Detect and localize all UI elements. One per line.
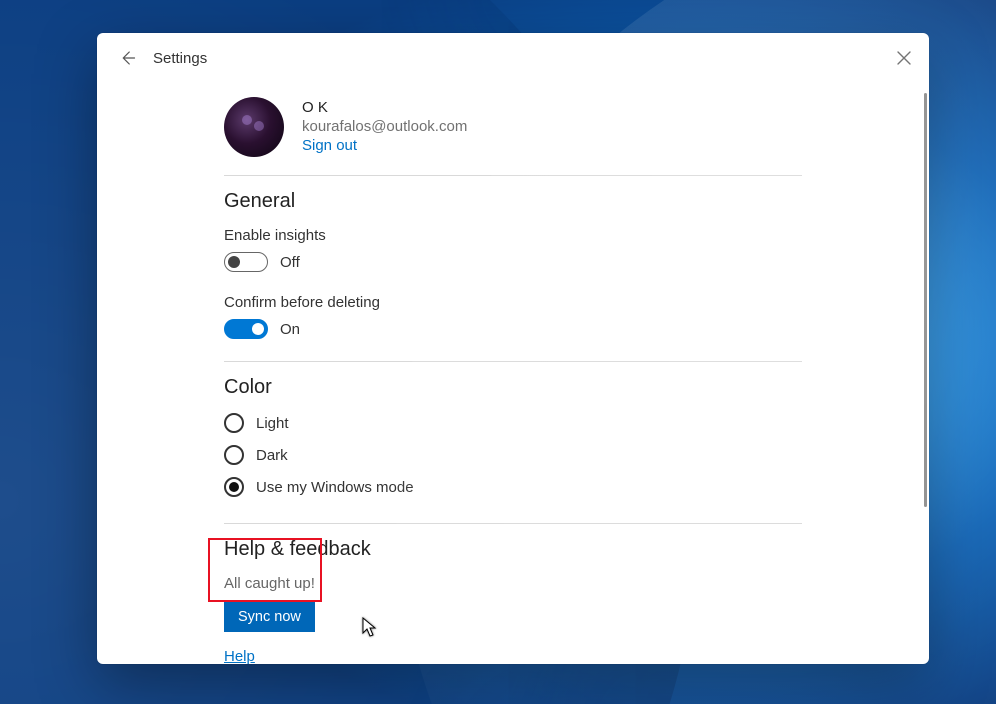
help-heading: Help & feedback [224,538,802,561]
scrollbar-thumb[interactable] [924,93,927,507]
settings-body: O K kourafalos@outlook.com Sign out Gene… [97,83,929,664]
close-icon [897,51,911,65]
divider [224,175,802,176]
color-heading: Color [224,376,802,399]
color-windows-label: Use my Windows mode [256,479,414,496]
scroll-area: O K kourafalos@outlook.com Sign out Gene… [97,83,921,664]
confirm-delete-state: On [280,321,300,338]
enable-insights-label: Enable insights [224,227,802,244]
account-section: O K kourafalos@outlook.com Sign out [224,97,802,175]
titlebar: Settings [97,33,929,83]
radio-icon [224,477,244,497]
sync-now-button[interactable]: Sync now [224,602,315,632]
close-button[interactable] [893,47,915,69]
divider [224,523,802,524]
color-windows-option[interactable]: Use my Windows mode [224,477,802,497]
color-dark-option[interactable]: Dark [224,445,802,465]
enable-insights-toggle[interactable] [224,252,268,272]
content: O K kourafalos@outlook.com Sign out Gene… [224,97,802,664]
back-button[interactable] [115,46,139,70]
page-title: Settings [153,50,207,67]
arrow-left-icon [118,49,136,67]
desktop-background: Settings O K kourafalos@outlook.com Sign… [0,0,996,704]
avatar [224,97,284,157]
confirm-delete-toggle[interactable] [224,319,268,339]
confirm-delete-row: On [224,319,802,339]
color-dark-label: Dark [256,447,288,464]
divider [224,361,802,362]
account-text: O K kourafalos@outlook.com Sign out [302,97,467,154]
account-name: O K [302,99,467,116]
account-email: kourafalos@outlook.com [302,118,467,135]
sync-status: All caught up! [224,575,802,592]
help-link[interactable]: Help [224,648,802,664]
radio-icon [224,413,244,433]
color-light-label: Light [256,415,289,432]
general-heading: General [224,190,802,213]
color-light-option[interactable]: Light [224,413,802,433]
confirm-delete-label: Confirm before deleting [224,294,802,311]
scrollbar[interactable] [923,93,927,624]
enable-insights-row: Off [224,252,802,272]
enable-insights-state: Off [280,254,300,271]
sign-out-link[interactable]: Sign out [302,137,467,154]
settings-window: Settings O K kourafalos@outlook.com Sign… [97,33,929,664]
radio-icon [224,445,244,465]
